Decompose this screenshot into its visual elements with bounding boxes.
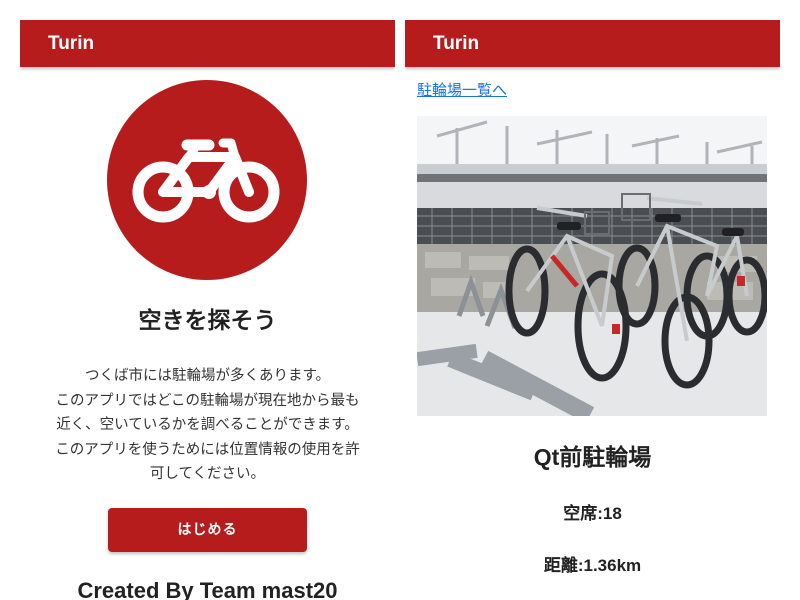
app-title: Turin <box>48 33 95 54</box>
description-line: つくば市には駐輪場が多くあります。 <box>84 368 331 384</box>
description-line: このアプリではどこの駐輪場が現在地から最も <box>55 392 360 409</box>
app-logo <box>107 80 307 280</box>
distance-value: 距離:1.36km <box>543 556 642 575</box>
bicycle-icon <box>132 138 280 223</box>
start-button[interactable]: はじめる <box>108 508 307 552</box>
vacancy-count: 空席:18 <box>563 504 622 523</box>
app-title: Turin <box>433 33 480 54</box>
app-bar: Turin <box>20 20 395 67</box>
app-bar: Turin <box>405 20 780 67</box>
parking-photo <box>417 116 767 416</box>
hero-title: 空きを探そう <box>138 308 277 334</box>
description-line: このアプリを使うためには位置情報の使用を許 <box>55 441 360 458</box>
parking-detail-screen: Turin 駐輪場一覧へ Qt前駐輪場 空席:18 距離:1.36km <box>405 0 780 600</box>
credit-text: Created By Team mast20 <box>77 578 338 600</box>
description-line: 近く、空いているかを調べることができます。 <box>56 417 359 433</box>
station-name: Qt前駐輪場 <box>533 444 652 470</box>
app-description: つくば市には駐輪場が多くあります。 このアプリではどこの駐輪場が現在地から最も … <box>36 364 379 487</box>
welcome-screen: Turin 空きを探そう つくば市には駐輪場が多くあります。 このアプリではどこ… <box>20 0 395 600</box>
parking-list-link[interactable]: 駐輪場一覧へ <box>417 80 507 100</box>
description-line: 可してください。 <box>149 466 266 482</box>
